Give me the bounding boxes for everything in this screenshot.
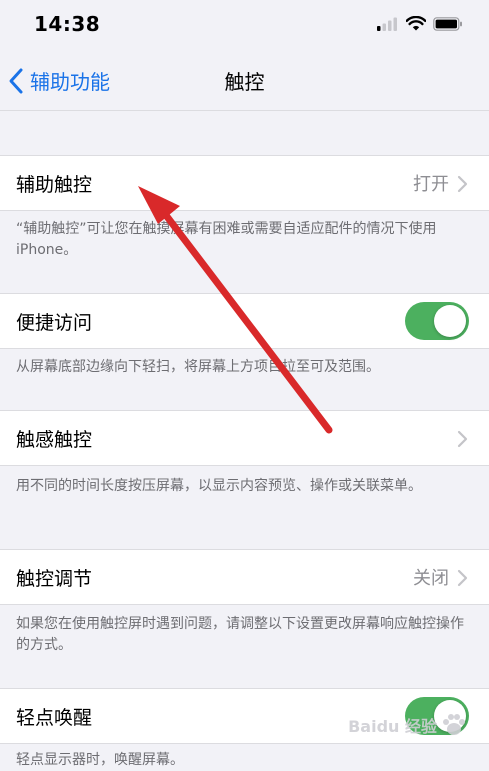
page-title: 触控	[224, 70, 265, 94]
watermark-text: Baidu 经验	[348, 717, 437, 736]
battery-icon	[433, 16, 462, 31]
row-footer: 从屏幕底部边缘向下轻扫，将屏幕上方项目拉至可及范围。	[16, 359, 380, 375]
row-footer: 如果您在使用触控屏时遇到问题，请调整以下设置更改屏幕响应触控操作的方式。	[16, 616, 464, 653]
row-label: 触感触控	[16, 428, 93, 451]
signal-icon	[377, 17, 397, 31]
navigation-bar: 辅助功能 触控	[0, 50, 489, 111]
row-footer: 用不同的时间长度按压屏幕，以显示内容预览、操作或关联菜单。	[16, 478, 422, 494]
row-label: 便捷访问	[16, 311, 93, 334]
row-value: 关闭	[413, 568, 449, 589]
chevron-right-icon	[457, 569, 468, 587]
chevron-right-icon	[457, 175, 468, 193]
status-time: 14:38	[34, 12, 101, 36]
chevron-right-icon	[457, 430, 468, 448]
paw-icon	[443, 714, 465, 735]
assistive-touch-row[interactable]: 辅助触控 打开	[0, 155, 489, 211]
haptic-touch-row[interactable]: 触感触控	[0, 410, 489, 466]
row-label: 辅助触控	[16, 173, 93, 196]
row-label: 轻点唤醒	[16, 706, 93, 729]
row-label: 触控调节	[16, 567, 93, 590]
row-footer: 轻点显示器时，唤醒屏幕。	[16, 752, 184, 768]
status-icons	[377, 16, 463, 31]
status-bar: 14:38	[0, 0, 489, 50]
watermark: Baidu 经验	[348, 712, 467, 738]
touch-accommodations-row[interactable]: 触控调节 关闭	[0, 549, 489, 605]
reachability-toggle[interactable]	[405, 302, 469, 340]
row-value: 打开	[413, 174, 449, 195]
toggle-knob	[434, 305, 466, 337]
wifi-icon	[406, 16, 426, 31]
row-footer: “辅助触控”可让您在触摸屏幕有困难或需要自适应配件的情况下使用iPhone。	[16, 221, 437, 258]
reachability-row: 便捷访问	[0, 293, 489, 349]
